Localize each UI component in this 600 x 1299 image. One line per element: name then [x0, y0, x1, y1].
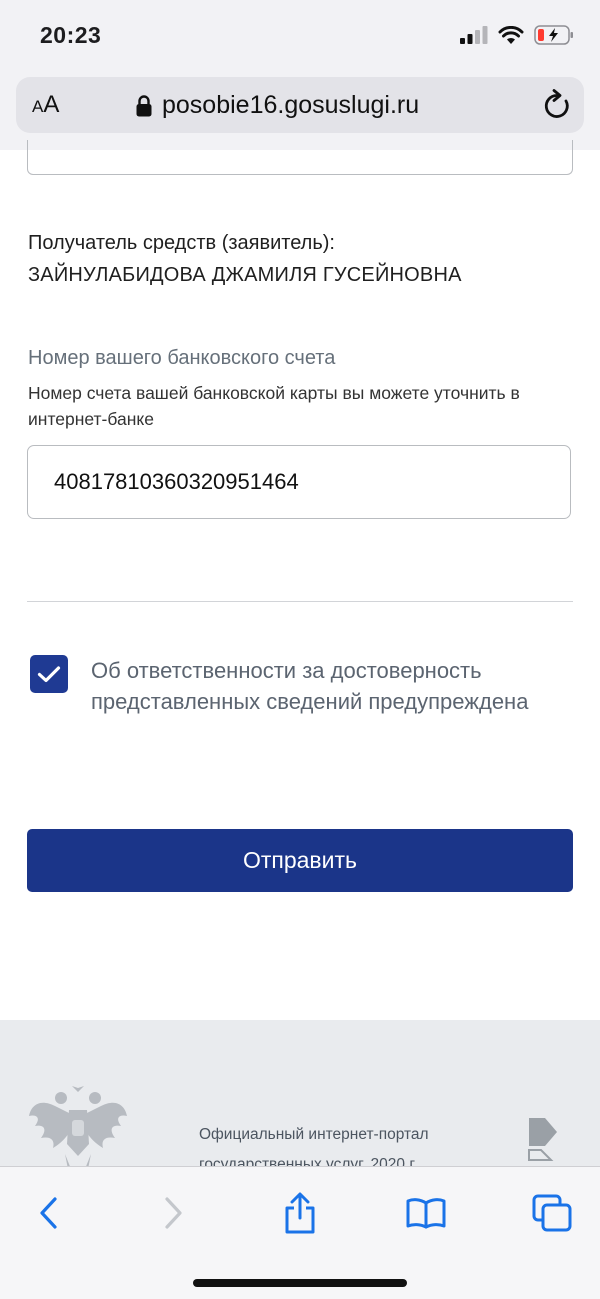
- lock-icon: [136, 94, 152, 116]
- home-indicator: [193, 1279, 407, 1287]
- consent-label[interactable]: Об ответственности за достоверность пред…: [91, 655, 561, 717]
- page-content: Получатель средств (заявитель): ЗАЙНУЛАБ…: [0, 140, 600, 1020]
- divider: [27, 601, 573, 602]
- wifi-icon: [498, 25, 524, 44]
- gosuslugi-logo-icon: [528, 1118, 557, 1161]
- recipient-label: Получатель средств (заявитель):: [28, 232, 335, 254]
- checkmark-icon: [37, 666, 61, 683]
- address-bar[interactable]: AA posobie16.gosuslugi.ru: [16, 77, 584, 133]
- text-size-button[interactable]: AA: [32, 91, 59, 119]
- status-time: 20:23: [40, 22, 102, 48]
- tabs-icon: [532, 1194, 572, 1232]
- chevron-left-icon: [40, 1197, 57, 1229]
- browser-bottom-toolbar: [0, 1166, 600, 1299]
- forward-button[interactable]: [150, 1189, 198, 1237]
- status-icons: [460, 25, 574, 45]
- back-button[interactable]: [24, 1189, 72, 1237]
- url-field[interactable]: posobie16.gosuslugi.ru: [136, 91, 419, 120]
- cellular-signal-icon: [460, 26, 488, 44]
- previous-input-field[interactable]: [27, 140, 573, 175]
- recipient-name: ЗАЙНУЛАБИДОВА ДЖАМИЛЯ ГУСЕЙНОВНА: [28, 264, 462, 286]
- book-icon: [406, 1198, 446, 1229]
- reload-icon[interactable]: [542, 89, 572, 121]
- site-footer: Официальный интернет-портал государствен…: [0, 1020, 600, 1166]
- tabs-button[interactable]: [528, 1189, 576, 1237]
- footer-line-1: Официальный интернет-портал: [199, 1126, 429, 1143]
- footer-text: Официальный интернет-портал государствен…: [199, 1120, 429, 1166]
- russia-coat-of-arms-icon: [29, 1086, 127, 1166]
- battery-charging-icon: [534, 25, 573, 45]
- bookmarks-button[interactable]: [402, 1189, 450, 1237]
- url-text: posobie16.gosuslugi.ru: [162, 91, 420, 119]
- account-label: Номер вашего банковского счета: [28, 347, 336, 369]
- submit-button[interactable]: Отправить: [27, 829, 573, 892]
- consent-checkbox[interactable]: [30, 655, 68, 693]
- account-hint: Номер счета вашей банковской карты вы мо…: [28, 383, 520, 429]
- share-button[interactable]: [276, 1189, 324, 1237]
- status-bar: 20:23: [0, 0, 600, 72]
- share-icon: [285, 1192, 315, 1234]
- footer-line-2: государственных услуг, 2020 г.: [199, 1156, 418, 1166]
- chevron-right-icon: [165, 1197, 182, 1229]
- account-number-input[interactable]: [27, 445, 571, 519]
